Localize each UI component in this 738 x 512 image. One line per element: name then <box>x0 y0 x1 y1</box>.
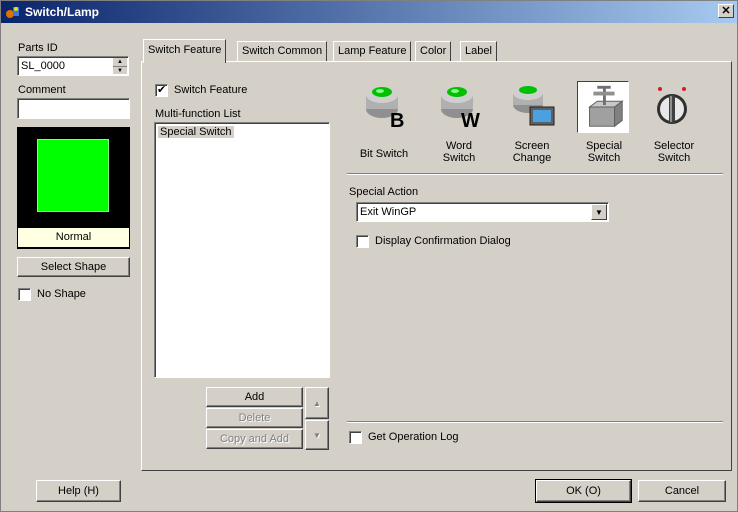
bit-switch-icon: B <box>366 87 404 132</box>
special-action-value: Exit WinGP <box>360 206 417 218</box>
delete-button[interactable]: Delete <box>206 408 303 428</box>
chevron-down-icon[interactable]: ▼ <box>591 204 607 220</box>
tab-lamp-feature[interactable]: Lamp Feature <box>333 41 412 61</box>
selector-switch-label: Selector Switch <box>653 140 695 164</box>
switch-feature-checkbox-label: Switch Feature <box>174 84 248 96</box>
comment-field[interactable] <box>17 98 130 119</box>
tab-label: Lamp Feature <box>338 45 407 57</box>
switch-feature-checkbox[interactable] <box>155 83 168 97</box>
special-switch-icon <box>588 85 624 128</box>
cancel-button[interactable]: Cancel <box>638 480 726 502</box>
separator <box>347 173 723 175</box>
confirmation-dialog-label: Display Confirmation Dialog <box>375 235 511 247</box>
tab-label-tab[interactable]: Label <box>460 41 497 61</box>
parts-id-spinner[interactable]: ▲ ▼ <box>112 58 127 74</box>
tab-label: Color <box>420 45 447 57</box>
list-item[interactable]: Special Switch <box>158 126 234 138</box>
parts-id-label: Parts ID <box>18 42 58 54</box>
tab-color[interactable]: Color <box>415 41 452 61</box>
select-shape-button[interactable]: Select Shape <box>17 257 130 277</box>
bit-switch-label: Bit Switch <box>359 148 409 160</box>
add-button[interactable]: Add <box>206 387 303 407</box>
no-shape-label: No Shape <box>37 288 86 300</box>
screen-change-label: Screen Change <box>512 140 552 164</box>
parts-id-value: SL_0000 <box>21 60 66 72</box>
confirmation-dialog-checkbox[interactable] <box>356 235 369 248</box>
lamp-preview-shape <box>37 139 109 212</box>
selector-switch-icon <box>657 87 687 124</box>
multi-function-list[interactable]: Special Switch <box>154 122 330 378</box>
shape-preview: Normal <box>17 127 130 249</box>
tab-switch-feature[interactable]: Switch Feature <box>143 39 227 63</box>
screen-change-icon <box>513 86 555 126</box>
operation-log-label: Get Operation Log <box>368 431 459 443</box>
word-switch-icon: W <box>441 87 480 132</box>
switch-lamp-dialog: Switch/Lamp ✕ Parts ID SL_0000 ▲ ▼ Comme… <box>0 0 738 512</box>
tab-label: Switch Feature <box>148 44 222 56</box>
switch-lamp-app-icon <box>6 7 19 18</box>
operation-log-checkbox[interactable] <box>349 431 362 444</box>
multi-function-list-label: Multi-function List <box>155 108 241 120</box>
move-up-button[interactable]: ▲ <box>305 387 329 419</box>
no-shape-checkbox[interactable] <box>18 288 31 301</box>
close-button[interactable]: ✕ <box>718 4 734 18</box>
copy-and-add-button[interactable]: Copy and Add <box>206 429 303 449</box>
word-switch-button[interactable]: W <box>433 81 485 133</box>
comment-label: Comment <box>18 84 66 96</box>
special-action-label: Special Action <box>349 186 419 198</box>
tab-label: Label <box>465 45 492 57</box>
svg-text:W: W <box>461 110 480 132</box>
special-switch-label: Special Switch <box>585 140 623 164</box>
arrow-up-icon: ▲ <box>313 398 321 408</box>
window-title: Switch/Lamp <box>25 5 100 19</box>
ok-button[interactable]: OK (O) <box>535 479 632 503</box>
tab-label: Switch Common <box>242 45 323 57</box>
title-bar[interactable]: Switch/Lamp ✕ <box>1 1 737 23</box>
tab-switch-common[interactable]: Switch Common <box>237 41 328 61</box>
bit-switch-button[interactable]: B <box>358 81 410 133</box>
spin-up-icon[interactable]: ▲ <box>113 58 127 66</box>
separator <box>347 421 723 423</box>
svg-text:B: B <box>390 110 404 132</box>
parts-id-spin[interactable]: SL_0000 ▲ ▼ <box>17 56 129 76</box>
special-action-select[interactable]: Exit WinGP ▼ <box>356 202 609 222</box>
screen-change-button[interactable] <box>506 81 558 133</box>
special-switch-button[interactable] <box>577 81 629 133</box>
word-switch-label: Word Switch <box>442 140 476 164</box>
selector-switch-button[interactable] <box>648 81 700 133</box>
help-button[interactable]: Help (H) <box>36 480 121 502</box>
arrow-down-icon: ▼ <box>313 430 321 440</box>
preview-state-label: Normal <box>18 228 129 247</box>
spin-down-icon[interactable]: ▼ <box>113 66 127 74</box>
move-down-button[interactable]: ▼ <box>305 420 329 450</box>
